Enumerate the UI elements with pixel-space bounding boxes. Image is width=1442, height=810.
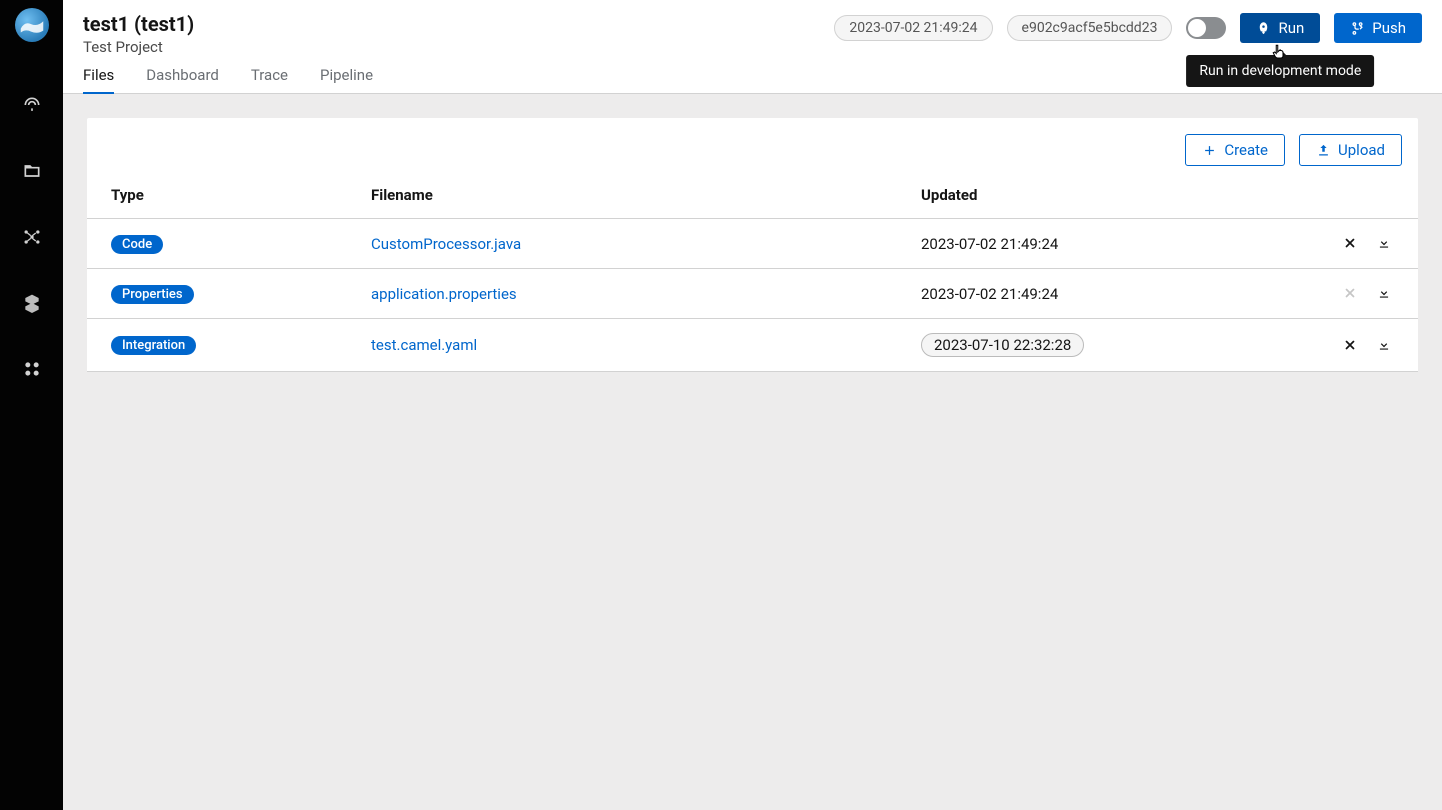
content-area: Create Upload Type Filename Updated Code… <box>63 94 1442 810</box>
header: test1 (test1) Test Project 2023-07-02 21… <box>63 0 1442 56</box>
dev-mode-toggle[interactable] <box>1186 17 1226 39</box>
push-button[interactable]: Push <box>1334 13 1422 43</box>
col-header-filename: Filename <box>347 172 897 219</box>
services-icon[interactable] <box>21 358 43 380</box>
run-button[interactable]: Run <box>1240 13 1320 43</box>
download-icon[interactable] <box>1374 283 1394 303</box>
updated-timestamp: 2023-07-02 21:49:24 <box>897 269 1267 319</box>
type-badge: Integration <box>111 336 196 355</box>
dashboard-icon[interactable] <box>21 94 43 116</box>
toggle-knob <box>1188 19 1206 37</box>
tab-files[interactable]: Files <box>83 56 114 94</box>
col-header-type: Type <box>87 172 347 219</box>
filename-link[interactable]: application.properties <box>371 285 517 303</box>
rocket-icon <box>1256 21 1271 36</box>
delete-icon[interactable] <box>1340 233 1360 253</box>
delete-icon <box>1340 283 1360 303</box>
filename-link[interactable]: test.camel.yaml <box>371 336 477 354</box>
sidebar <box>0 0 63 810</box>
tab-trace[interactable]: Trace <box>251 56 288 94</box>
panel-actions-bar: Create Upload <box>87 118 1418 172</box>
col-header-actions <box>1267 172 1418 219</box>
tab-pipeline[interactable]: Pipeline <box>320 56 373 94</box>
type-badge: Properties <box>111 285 194 304</box>
table-row: Code CustomProcessor.java 2023-07-02 21:49… <box>87 219 1418 269</box>
containers-icon[interactable] <box>21 292 43 314</box>
create-button-label: Create <box>1224 141 1268 159</box>
col-header-updated: Updated <box>897 172 1267 219</box>
projects-icon[interactable] <box>21 160 43 182</box>
create-button[interactable]: Create <box>1185 134 1285 166</box>
updated-timestamp: 2023-07-02 21:49:24 <box>897 219 1267 269</box>
updated-timestamp: 2023-07-10 22:32:28 <box>921 333 1084 357</box>
download-icon[interactable] <box>1374 335 1394 355</box>
git-push-icon <box>1350 21 1365 36</box>
upload-icon <box>1316 143 1331 158</box>
filename-link[interactable]: CustomProcessor.java <box>371 235 521 253</box>
delete-icon[interactable] <box>1340 335 1360 355</box>
project-title: test1 (test1) <box>83 12 194 36</box>
project-subtitle: Test Project <box>83 38 194 56</box>
upload-button[interactable]: Upload <box>1299 134 1402 166</box>
type-badge: Code <box>111 235 163 254</box>
plus-icon <box>1202 143 1217 158</box>
upload-button-label: Upload <box>1338 141 1385 159</box>
table-row: Integration test.camel.yaml 2023-07-10 22:… <box>87 319 1418 372</box>
tab-dashboard[interactable]: Dashboard <box>146 56 219 94</box>
main-area: test1 (test1) Test Project 2023-07-02 21… <box>63 0 1442 810</box>
app-logo[interactable] <box>15 8 49 42</box>
push-button-label: Push <box>1372 19 1406 37</box>
run-tooltip: Run in development mode <box>1186 55 1374 87</box>
table-row: Properties application.properties 2023-07-… <box>87 269 1418 319</box>
download-icon[interactable] <box>1374 233 1394 253</box>
commit-hash-pill: e902c9acf5e5bcdd23 <box>1007 15 1173 41</box>
files-table: Type Filename Updated Code CustomProcesso… <box>87 172 1418 372</box>
topology-icon[interactable] <box>21 226 43 248</box>
run-button-label: Run <box>1278 19 1304 37</box>
timestamp-pill: 2023-07-02 21:49:24 <box>834 15 992 41</box>
